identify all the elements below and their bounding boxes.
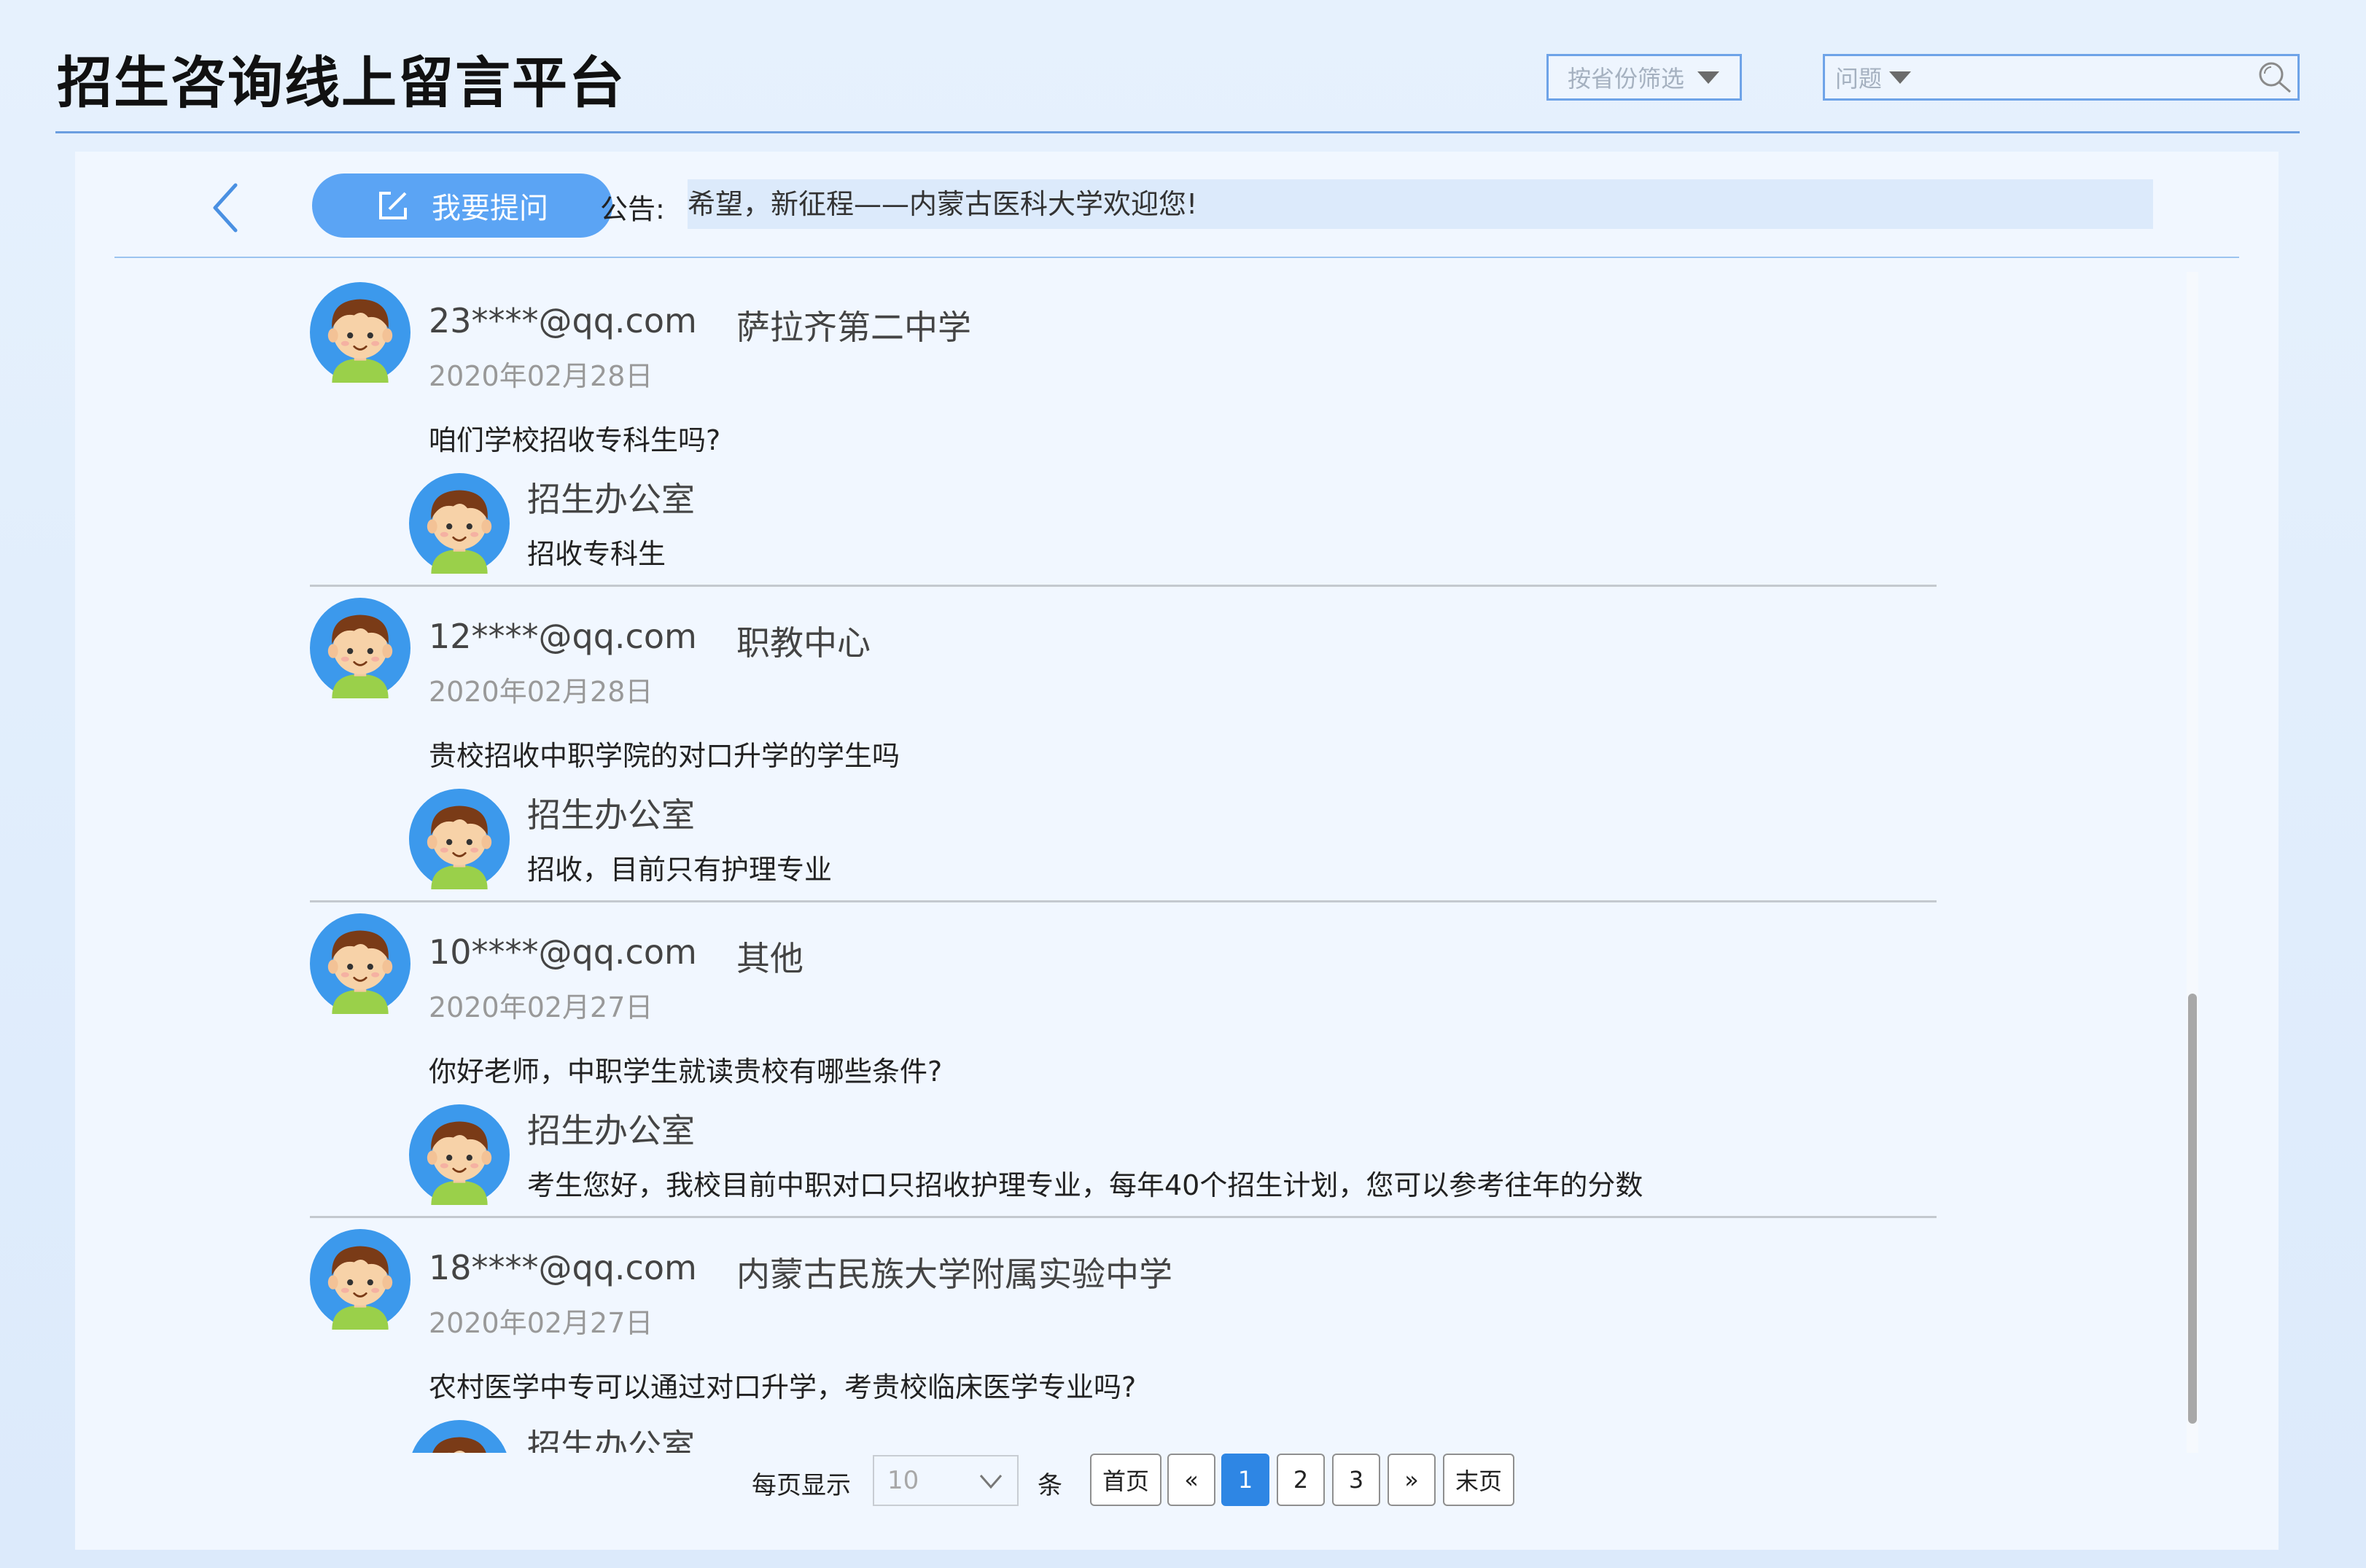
question-text: 贵校招收中职学院的对口升学的学生吗: [429, 740, 900, 772]
message-divider: [310, 585, 1937, 587]
message-item: 18****@qq.com 内蒙古民族大学附属实验中学 2020年02月27日农村医…: [310, 1219, 1937, 1453]
reply-text: 考生您好，我校目前中职对口只招收护理专业，每年40个招生计划，您可以参考往年的分…: [527, 1169, 1643, 1201]
question-date: 2020年02月27日: [429, 991, 653, 1023]
chevron-down-icon: [979, 1475, 1003, 1489]
next-page-button[interactable]: »: [1388, 1454, 1436, 1506]
ask-question-label: 我要提问: [432, 192, 548, 225]
reply-text: 招收专科生: [527, 538, 666, 570]
per-page-value: 10: [887, 1466, 919, 1495]
message-item: 12****@qq.com 职教中心 2020年02月28日贵校招收中职学院的对口升…: [310, 588, 1937, 902]
question-date: 2020年02月28日: [429, 676, 653, 708]
asker-school: 内蒙古民族大学附属实验中学: [736, 1255, 1172, 1294]
user-avatar-icon: [310, 1229, 410, 1330]
page-button-1[interactable]: 1: [1221, 1454, 1269, 1506]
message-list: 23****@qq.com 萨拉齐第二中学 2020年02月28日 咱们学校招收专科生…: [75, 272, 2233, 1453]
app-title: 招生咨询线上留言平台: [57, 50, 626, 115]
message-item: 23****@qq.com 萨拉齐第二中学 2020年02月28日咱们学校招收专科生…: [310, 272, 1937, 587]
per-page-unit: 条: [1038, 1471, 1062, 1500]
asker-email: 12****@qq.com: [429, 617, 697, 656]
reply-author: 招生办公室: [527, 795, 695, 835]
first-page-button[interactable]: 首页: [1090, 1454, 1161, 1506]
per-page-select[interactable]: 10: [873, 1455, 1019, 1506]
notice-label: 公告:: [600, 193, 665, 225]
reply-author: 招生办公室: [527, 1427, 695, 1453]
user-avatar-icon: [310, 598, 410, 698]
caret-down-icon: [1889, 71, 1912, 84]
reply-text: 招收，目前只有护理专业: [527, 854, 833, 886]
message-panel: 我要提问 公告: 希望，新征程——内蒙古医科大学欢迎您! 23****@qq.c…: [75, 152, 2279, 1550]
per-page-label: 每页显示: [752, 1471, 851, 1500]
search-type-select[interactable]: 问题: [1835, 61, 1912, 94]
back-chevron-icon[interactable]: [203, 175, 247, 241]
header-divider: [55, 131, 2300, 133]
asker-email: 10****@qq.com: [429, 932, 697, 972]
asker-email: 23****@qq.com: [429, 301, 697, 340]
message-scrollbar[interactable]: [2187, 272, 2198, 1453]
ask-question-button[interactable]: 我要提问: [312, 173, 612, 238]
search-box: 问题: [1823, 54, 2300, 101]
edit-icon: [379, 192, 407, 219]
message-divider: [310, 900, 1937, 902]
office-avatar-icon: [409, 1420, 510, 1453]
panel-divider: [114, 257, 2239, 258]
province-filter-select[interactable]: 按省份筛选: [1546, 54, 1742, 101]
scrollbar-thumb[interactable]: [2188, 994, 2197, 1424]
office-avatar-icon: [409, 473, 510, 574]
pagination: 每页显示 10 条 首页 « 1 2 3 » 末页: [75, 1451, 2279, 1512]
prev-page-button[interactable]: «: [1167, 1454, 1215, 1506]
reply-author: 招生办公室: [527, 480, 695, 519]
asker-school: 其他: [736, 939, 803, 978]
message-item: 10****@qq.com 其他 2020年02月27日你好老师，中职学生就读贵校有…: [310, 903, 1937, 1218]
caret-down-icon: [1697, 71, 1720, 84]
question-text: 农村医学中专可以通过对口升学，考贵校临床医学专业吗?: [429, 1371, 1137, 1403]
page-button-2[interactable]: 2: [1277, 1454, 1325, 1506]
office-avatar-icon: [409, 1104, 510, 1205]
asker-school: 职教中心: [736, 623, 871, 663]
question-text: 你好老师，中职学生就读贵校有哪些条件?: [429, 1056, 943, 1088]
page-button-3[interactable]: 3: [1332, 1454, 1380, 1506]
search-input[interactable]: [1911, 55, 2254, 99]
search-icon[interactable]: [2254, 57, 2297, 98]
user-avatar-icon: [310, 282, 410, 383]
office-avatar-icon: [409, 789, 510, 889]
question-date: 2020年02月28日: [429, 360, 653, 392]
notice-text: 希望，新征程——内蒙古医科大学欢迎您!: [688, 179, 2153, 229]
question-text: 咱们学校招收专科生吗?: [429, 424, 721, 456]
last-page-button[interactable]: 末页: [1443, 1454, 1514, 1506]
province-filter-label: 按省份筛选: [1568, 65, 1685, 93]
user-avatar-icon: [310, 913, 410, 1014]
asker-email: 18****@qq.com: [429, 1248, 697, 1287]
reply-author: 招生办公室: [527, 1111, 695, 1150]
message-divider: [310, 1216, 1937, 1218]
question-date: 2020年02月27日: [429, 1307, 653, 1339]
search-type-label: 问题: [1835, 65, 1883, 93]
asker-school: 萨拉齐第二中学: [736, 308, 971, 347]
